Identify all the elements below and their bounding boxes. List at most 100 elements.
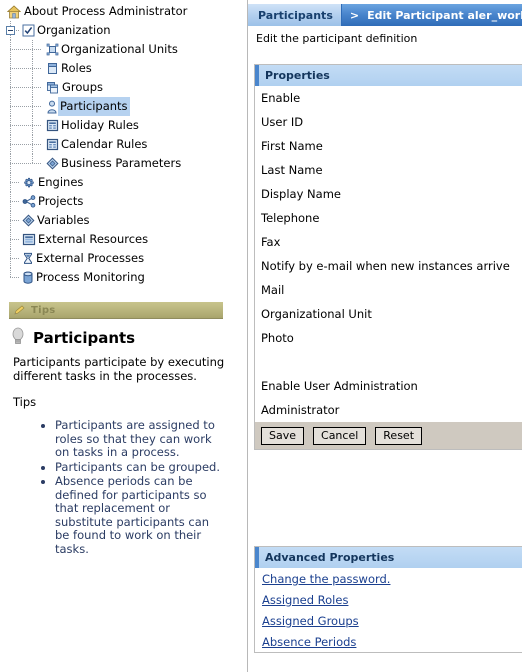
- tree-item-organizational-units[interactable]: Organizational Units: [0, 40, 247, 59]
- form-row: Organizational Unit: [255, 302, 522, 326]
- reset-button[interactable]: Reset: [375, 426, 423, 445]
- process-administrator-window: About Process Administrator Organization O…: [0, 0, 522, 672]
- tree-gutter: [0, 116, 46, 135]
- tips-bullet: Participants are assigned to roles so th…: [55, 418, 221, 460]
- form-row: Display Name: [255, 182, 522, 206]
- tree-item-label: Projects: [38, 194, 84, 208]
- form-row: Notify by e-mail when new instances arri…: [255, 254, 522, 278]
- form-field-label: Telephone: [261, 211, 320, 225]
- advanced-link-row: Change the password.: [255, 568, 522, 589]
- form-field-label: First Name: [261, 139, 323, 153]
- role-icon: [46, 62, 59, 75]
- tree-item-about-process-administrator[interactable]: About Process Administrator: [0, 2, 247, 21]
- tree-item-participants[interactable]: Participants: [0, 97, 247, 116]
- form-row: Last Name: [255, 158, 522, 182]
- tips-heading-row: Participants: [9, 326, 225, 349]
- tree-item-organization[interactable]: Organization: [0, 21, 247, 40]
- properties-field-list: Enable User ID First Name Last Name Display …: [255, 86, 522, 422]
- tree-gutter: [0, 59, 46, 78]
- tips-panel-body: Participants Participants participate by…: [9, 322, 225, 557]
- tree-item-external-resources[interactable]: External Resources: [0, 230, 247, 249]
- save-button[interactable]: Save: [261, 426, 305, 445]
- advanced-link[interactable]: Assigned Roles: [262, 593, 348, 607]
- form-row: Administrator: [255, 398, 522, 422]
- left-panel: About Process Administrator Organization O…: [0, 0, 248, 672]
- tree-item-groups[interactable]: Groups: [0, 78, 247, 97]
- form-button-bar: Save Cancel Reset: [255, 422, 522, 449]
- advanced-link[interactable]: Change the password.: [262, 572, 390, 586]
- tree-gutter: [0, 211, 22, 230]
- participant-icon: [46, 100, 58, 114]
- form-field-label: Organizational Unit: [261, 307, 372, 321]
- advanced-panel-header: Advanced Properties: [255, 547, 522, 568]
- tips-bullet-list: Participants are assigned to roles so th…: [9, 418, 225, 556]
- tips-subheading: Tips: [13, 395, 37, 409]
- share-icon: [22, 195, 36, 208]
- form-field-label: Fax: [261, 235, 281, 249]
- form-row: Photo: [255, 326, 522, 350]
- tree-item-label: Organizational Units: [61, 42, 178, 56]
- table-icon: [22, 233, 36, 246]
- tree-item-variables[interactable]: Variables: [0, 211, 247, 230]
- tree-gutter: [0, 135, 46, 154]
- tips-panel-header: Tips: [9, 302, 223, 319]
- tree-item-roles[interactable]: Roles: [0, 59, 247, 78]
- advanced-link-row: Absence Periods: [255, 631, 522, 652]
- breadcrumb-separator: >: [349, 8, 360, 22]
- form-field-label: Mail: [261, 283, 285, 297]
- advanced-panel-title: Advanced Properties: [265, 551, 395, 564]
- tree-item-calendar-rules[interactable]: Calendar Rules: [0, 135, 247, 154]
- tree-item-external-processes[interactable]: External Processes: [0, 249, 247, 268]
- tree-item-label: Calendar Rules: [61, 137, 148, 151]
- form-row: Enable User Administration: [255, 374, 522, 398]
- tips-bullet: Absence periods can be defined for parti…: [55, 474, 221, 556]
- tree-item-label: Business Parameters: [61, 156, 182, 170]
- tree-gutter: [0, 78, 46, 97]
- form-row: Enable: [255, 86, 522, 110]
- form-field-label: Notify by e-mail when new instances arri…: [261, 259, 510, 273]
- tree-item-engines[interactable]: Engines: [0, 173, 247, 192]
- tree-item-holiday-rules[interactable]: Holiday Rules: [0, 116, 247, 135]
- breadcrumb-parent-tab[interactable]: Participants: [248, 4, 342, 26]
- tree-item-label: Variables: [37, 213, 90, 227]
- tree-item-process-monitoring[interactable]: Process Monitoring: [0, 268, 247, 287]
- tree-gutter: [0, 21, 22, 40]
- lightbulb-icon: [9, 326, 27, 349]
- checkbox-icon: [22, 24, 35, 37]
- diamond-icon: [46, 157, 59, 170]
- tree-collapse-toggle[interactable]: [6, 26, 15, 35]
- hourglass-icon: [22, 252, 34, 265]
- tree-item-label: Organization: [37, 23, 111, 37]
- advanced-link[interactable]: Assigned Groups: [262, 614, 359, 628]
- tips-panel-title: Tips: [31, 304, 56, 316]
- tree-item-label: External Resources: [38, 232, 149, 246]
- properties-panel-title: Properties: [265, 69, 330, 82]
- properties-panel: Properties Enable User ID First Name Last N…: [254, 64, 522, 450]
- advanced-link[interactable]: Absence Periods: [262, 635, 356, 649]
- form-field-label: User ID: [261, 115, 304, 129]
- tree-gutter: [0, 154, 46, 173]
- home-icon: [6, 4, 22, 20]
- tree-item-label: Holiday Rules: [61, 118, 139, 132]
- tree-item-label: Process Monitoring: [36, 270, 145, 284]
- breadcrumb: Participants > Edit Participant aler_wor…: [248, 4, 522, 26]
- form-field-label: Enable: [261, 91, 301, 105]
- tree-item-projects[interactable]: Projects: [0, 192, 247, 211]
- pencil-icon: [13, 305, 27, 320]
- tree-item-label: Participants: [58, 97, 130, 116]
- gear-icon: [22, 176, 36, 190]
- form-field-label: Photo: [261, 331, 294, 345]
- tips-paragraph: Participants participate by executing di…: [13, 355, 225, 383]
- diamond-icon: [22, 214, 35, 227]
- tree-item-label: Engines: [38, 175, 84, 189]
- tree-gutter: [0, 97, 46, 116]
- tree-gutter: [0, 268, 22, 287]
- form-field-label: Last Name: [261, 163, 323, 177]
- cancel-button[interactable]: Cancel: [313, 426, 367, 445]
- tree-item-label: External Processes: [36, 251, 145, 265]
- form-row: User ID: [255, 110, 522, 134]
- database-icon: [22, 271, 34, 285]
- advanced-link-row: Assigned Roles: [255, 589, 522, 610]
- advanced-link-row: Assigned Groups: [255, 610, 522, 631]
- tree-item-business-parameters[interactable]: Business Parameters: [0, 154, 247, 173]
